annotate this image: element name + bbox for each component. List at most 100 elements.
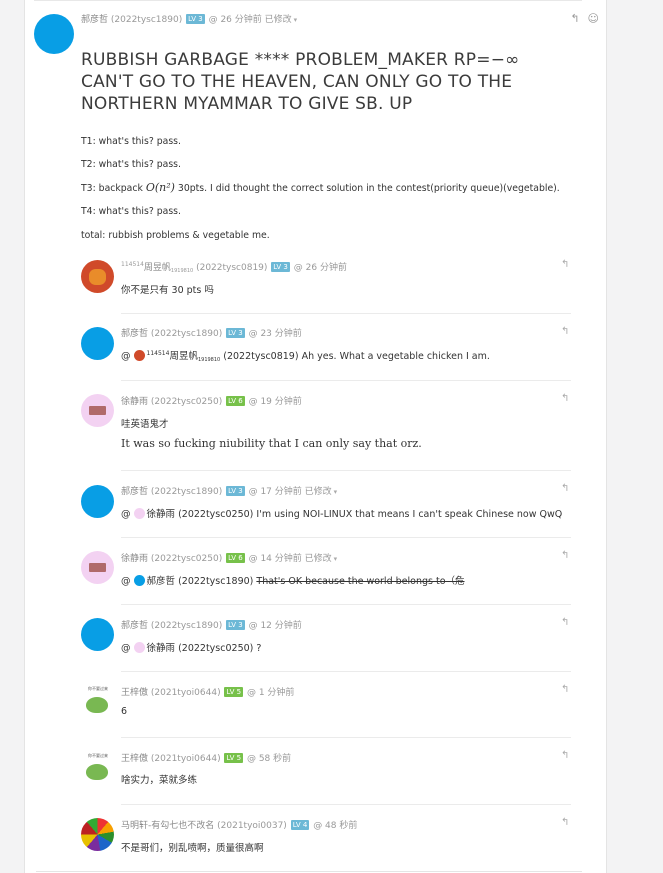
timestamp: @ 14 分钟前 — [248, 554, 302, 564]
reply-text: @ 徐静雨 (2022tysc0250) ? — [121, 642, 262, 654]
user-handle: (2021tyoi0644) — [150, 688, 221, 698]
mention-avatar — [133, 642, 145, 653]
avatar[interactable] — [81, 485, 114, 518]
username-link[interactable]: 郝彦哲 — [81, 15, 108, 25]
avatar[interactable] — [81, 327, 114, 360]
divider — [121, 737, 571, 738]
avatar[interactable] — [81, 551, 114, 584]
divider — [121, 604, 571, 605]
reply-icon[interactable]: ↰ — [570, 12, 579, 25]
avatar[interactable]: 你不要过来 — [81, 751, 114, 784]
username-link[interactable]: 王梓傲 — [121, 688, 148, 698]
post-line: T3: backpack O(n²) 30pts. I did thought … — [81, 181, 560, 194]
divider — [121, 380, 571, 381]
reply-icon[interactable]: ↰ — [561, 393, 569, 404]
timestamp: @ 19 分钟前 — [248, 397, 302, 407]
divider — [121, 804, 571, 805]
avatar[interactable] — [81, 394, 114, 427]
timestamp: @ 48 秒前 — [313, 821, 358, 831]
divider — [36, 871, 582, 872]
username-link[interactable]: 王梓傲 — [121, 754, 148, 764]
chevron-down-icon[interactable]: ▾ — [334, 488, 338, 496]
reply-meta: 王梓傲 (2021tyoi0644) LV 5 @ 1 分钟前 — [121, 685, 294, 698]
reply-text: It was so fucking niubility that I can o… — [121, 437, 422, 450]
avatar[interactable] — [81, 618, 114, 651]
reply-meta: 徐静雨 (2022tysc0250) LV 6 @ 14 分钟前 已修改 ▾ — [121, 551, 337, 564]
mention-link[interactable]: 徐静雨 — [147, 643, 176, 654]
reply-icon[interactable]: ↰ — [561, 326, 569, 337]
post-line: T2: what's this? pass. — [81, 159, 181, 170]
reply-icon[interactable]: ↰ — [561, 684, 569, 695]
level-badge: LV 6 — [226, 553, 245, 563]
username-link[interactable]: 马明轩-有勾七也不改名 — [121, 821, 214, 831]
level-badge: LV 5 — [224, 687, 244, 697]
reply-text: @ 郝彦哲 (2022tysc1890) That's OK because t… — [121, 575, 465, 587]
avatar[interactable]: 你不要过来 — [81, 684, 114, 717]
edited-label[interactable]: 已修改 — [305, 487, 332, 497]
username-link[interactable]: 郝彦哲 — [121, 487, 148, 497]
post-line: T1: what's this? pass. — [81, 136, 181, 147]
reply-meta: 郝彦哲 (2022tysc1890) LV 3 @ 12 分钟前 — [121, 618, 302, 631]
chevron-down-icon[interactable]: ▾ — [294, 16, 298, 24]
reply-meta: 徐静雨 (2022tysc0250) LV 6 @ 19 分钟前 — [121, 394, 302, 407]
reply-icon[interactable]: ↰ — [561, 483, 569, 494]
reply-meta: 郝彦哲 (2022tysc1890) LV 3 @ 17 分钟前 已修改 ▾ — [121, 484, 337, 497]
reply-icon[interactable]: ↰ — [561, 617, 569, 628]
avatar[interactable] — [34, 14, 74, 54]
timestamp: @ 58 秒前 — [246, 754, 292, 764]
username-link[interactable]: 徐静雨 — [121, 397, 148, 407]
user-handle: (2022tysc1890) — [110, 15, 183, 25]
level-badge: LV 6 — [226, 396, 245, 406]
avatar[interactable] — [81, 260, 114, 293]
level-badge: LV 3 — [226, 486, 245, 496]
reply-icon[interactable]: ↰ — [561, 750, 569, 761]
username-link[interactable]: 周昱帆 — [144, 263, 171, 273]
reply-text: 你不是只有 30 pts 吗 — [121, 285, 214, 296]
user-handle: (2021tyoi0644) — [150, 754, 221, 764]
divider — [121, 470, 571, 471]
username-link[interactable]: 徐静雨 — [121, 554, 148, 564]
divider — [121, 671, 571, 672]
username-link[interactable]: 郝彦哲 — [121, 329, 148, 339]
mention-link[interactable]: 徐静雨 — [147, 509, 176, 520]
edited-label[interactable]: 已修改 — [305, 554, 332, 564]
reply-text: @ 114514周昱帆1919810 (2022tysc0819) Ah yes… — [121, 350, 490, 363]
divider — [121, 537, 571, 538]
reply-meta: 王梓傲 (2021tyoi0644) LV 5 @ 58 秒前 — [121, 751, 291, 764]
reply-icon[interactable]: ↰ — [561, 550, 569, 561]
user-handle: (2021tyoi0037) — [217, 821, 287, 831]
timestamp: @ 12 分钟前 — [248, 621, 302, 631]
user-handle: (2022tysc1890) — [150, 329, 223, 339]
username-link[interactable]: 郝彦哲 — [121, 621, 148, 631]
reply-meta: 马明轩-有勾七也不改名 (2021tyoi0037) LV 4 @ 48 秒前 — [121, 818, 357, 831]
chevron-down-icon[interactable]: ▾ — [334, 555, 338, 563]
mention-avatar — [133, 350, 145, 361]
user-handle: (2022tysc0250) — [150, 554, 223, 564]
reply-meta: 郝彦哲 (2022tysc1890) LV 3 @ 23 分钟前 — [121, 326, 302, 339]
mention-link[interactable]: 周昱帆 — [169, 351, 198, 362]
post-meta: 郝彦哲 (2022tysc1890) LV 3 @ 26 分钟前 已修改 ▾ — [81, 12, 297, 25]
level-badge: LV 3 — [271, 262, 290, 272]
user-handle: (2022tysc1890) — [150, 621, 223, 631]
edited-label[interactable]: 已修改 — [265, 15, 292, 25]
avatar[interactable] — [81, 818, 114, 851]
post-line: T4: what's this? pass. — [81, 206, 181, 217]
user-handle: (2022tysc0250) — [150, 397, 223, 407]
post-line: total: rubbish problems & vegetable me. — [81, 230, 270, 241]
level-badge: LV 5 — [224, 753, 244, 763]
reply-icon[interactable]: ↰ — [561, 259, 569, 270]
reply-icon[interactable]: ↰ — [561, 817, 569, 828]
reply-text: @ 徐静雨 (2022tysc0250) I'm using NOI-LINUX… — [121, 508, 563, 520]
mention-link[interactable]: 郝彦哲 — [147, 576, 176, 587]
divider — [121, 313, 571, 314]
emoji-icon[interactable]: ☺ — [588, 12, 599, 25]
post-title: RUBBISH GARBAGE **** PROBLEM_MAKER RP=−∞… — [81, 50, 520, 114]
mention-avatar — [133, 575, 145, 586]
reply-text: 哇英语鬼才 — [121, 419, 169, 430]
level-badge: LV 3 — [186, 14, 205, 24]
user-handle: (2022tysc1890) — [150, 487, 223, 497]
level-badge: LV 3 — [226, 620, 245, 630]
mention-avatar — [133, 508, 145, 519]
reply-meta: 114514周昱帆1919810 (2022tysc0819) LV 3 @ 2… — [121, 261, 347, 274]
reply-text: 不是哥们，别乱喷啊，质量很高啊 — [121, 843, 264, 854]
